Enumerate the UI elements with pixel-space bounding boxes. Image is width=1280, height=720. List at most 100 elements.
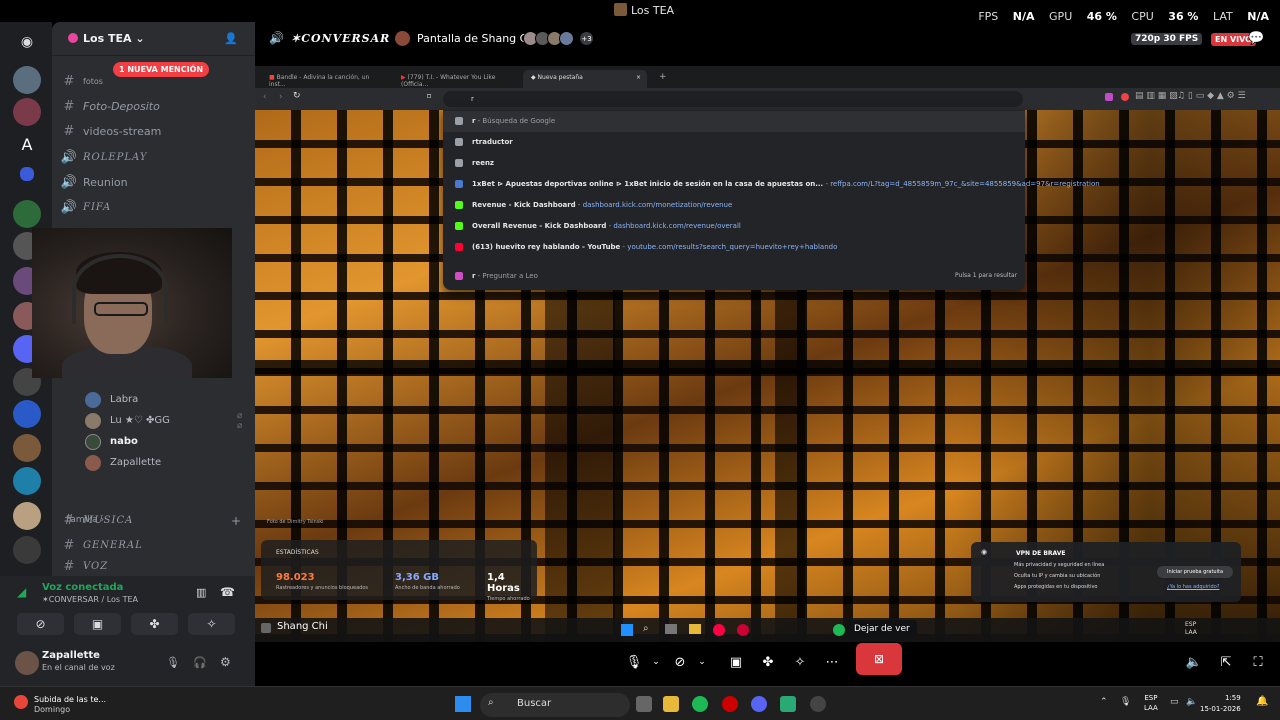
weather-widget[interactable]: Subida de las te... Domingo bbox=[34, 695, 106, 715]
server-icon[interactable] bbox=[13, 98, 41, 126]
server-icon[interactable] bbox=[13, 66, 41, 94]
voice-user[interactable]: Zapallette bbox=[85, 452, 161, 473]
browser-tab-active[interactable]: ◆ Nueva pestaña × bbox=[523, 70, 647, 88]
fullscreen-icon[interactable]: ⛶ bbox=[1243, 648, 1273, 676]
forward-icon[interactable]: › bbox=[279, 92, 283, 102]
channel-item[interactable]: # VOZ bbox=[60, 559, 246, 573]
omnibox-suggestion[interactable]: 1xBet ⊳ Apuestas deportivas online ⊳ 1xB… bbox=[443, 174, 1100, 195]
headphones-icon[interactable]: 🎧 bbox=[193, 656, 207, 669]
suggestion-icon bbox=[455, 243, 463, 251]
channel-item[interactable]: # videos-stream bbox=[60, 120, 246, 142]
voice-channel-item[interactable]: 🔊 ROLEPLAY bbox=[60, 146, 246, 168]
omnibox-suggestion[interactable]: rtraductor bbox=[443, 132, 1025, 153]
voice-channel-name[interactable]: ✶CONVERSAR bbox=[291, 32, 390, 45]
taskbar-search[interactable]: ⌕ Buscar bbox=[480, 693, 630, 717]
voice-channel-item[interactable]: 🔊 Reunion bbox=[60, 171, 246, 193]
brave-icon[interactable] bbox=[722, 696, 738, 712]
stream-view[interactable]: ■ Bandle - Adivina la canción, un inst..… bbox=[255, 66, 1280, 642]
omnibox-suggestion[interactable]: Overall Revenue - Kick Dashboard - dashb… bbox=[443, 216, 1025, 237]
photo-credit[interactable]: Foto de Dimitry Tsinski bbox=[267, 519, 324, 525]
avatar[interactable] bbox=[15, 651, 39, 675]
new-tab-button[interactable]: + bbox=[651, 70, 669, 88]
more-options-button[interactable]: ⋯ bbox=[817, 648, 847, 676]
server-header[interactable]: Los TEA ⌄ 👤 bbox=[52, 22, 255, 56]
voice-user[interactable]: Lu ★♡ ✤GG ⌀ ⌀ bbox=[85, 410, 242, 431]
channel-item[interactable]: # GENERAL bbox=[60, 534, 246, 556]
microphone-icon[interactable]: 🎙 bbox=[166, 656, 180, 669]
address-bar[interactable]: r bbox=[443, 91, 1023, 107]
gear-icon[interactable]: ⚙ bbox=[220, 655, 231, 669]
leave-stream-button[interactable]: ⊠ bbox=[856, 643, 902, 675]
volume-icon[interactable]: 🔈 bbox=[1186, 697, 1197, 707]
close-icon[interactable]: × bbox=[636, 74, 641, 81]
vpn-owned-link[interactable]: ¿Ya lo has adquirido? bbox=[1167, 584, 1219, 590]
volume-icon[interactable]: 🔈 bbox=[1179, 648, 1209, 676]
channel-item[interactable]: # MUSICA bbox=[60, 509, 246, 531]
disconnect-icon[interactable]: ☎ bbox=[220, 585, 235, 599]
voice-user[interactable]: Labra bbox=[85, 389, 138, 410]
app-icon[interactable] bbox=[780, 696, 796, 712]
weather-icon bbox=[14, 695, 28, 709]
tray-chevron-icon[interactable]: ⌃ bbox=[1100, 697, 1108, 707]
server-icon[interactable] bbox=[20, 167, 34, 181]
vpn-trial-button[interactable]: Iniciar prueba gratuita bbox=[1157, 566, 1233, 578]
stat-bandwidth: 3,36 GB Ancho de banda ahorrado bbox=[395, 572, 460, 591]
activities-button[interactable]: ✤ bbox=[131, 613, 178, 635]
bookmark-icon[interactable]: ⌑ bbox=[427, 92, 431, 101]
notification-icon[interactable]: 🔔 bbox=[1256, 696, 1268, 707]
microphone-icon[interactable]: 🎙 bbox=[1120, 697, 1131, 707]
screen-share-button[interactable]: ▣ bbox=[721, 648, 751, 676]
network-icon[interactable]: ▭ bbox=[1170, 697, 1179, 707]
discord-home-icon[interactable]: ◉ bbox=[13, 28, 41, 56]
toolbar-icons[interactable]: ♫ ▯ ▭ ◆ ▲ ⚙ ☰ bbox=[1177, 91, 1246, 101]
soundboard-button[interactable]: ✧ bbox=[785, 648, 815, 676]
server-icon[interactable] bbox=[13, 434, 41, 462]
omnibox-suggestion[interactable]: r - Preguntar a Leo bbox=[443, 266, 1025, 287]
chat-icon[interactable]: 💬 bbox=[1248, 31, 1264, 46]
camera-off-button[interactable]: ⊘ bbox=[17, 613, 64, 635]
soundboard-button[interactable]: ✧ bbox=[188, 613, 235, 635]
server-icon[interactable] bbox=[13, 200, 41, 228]
popout-icon[interactable]: ⇱ bbox=[1211, 648, 1241, 676]
extension-icon[interactable] bbox=[1121, 93, 1129, 101]
suggestion-url: dashboard.kick.com/revenue/overall bbox=[613, 222, 741, 230]
user-name[interactable]: Zapallette bbox=[42, 650, 100, 661]
language-indicator[interactable]: ESP LAA bbox=[1144, 693, 1158, 713]
omnibox-suggestion[interactable]: r - Búsqueda de Google bbox=[443, 111, 1025, 132]
voice-channel-item[interactable]: 🔊 FIFA bbox=[60, 196, 246, 218]
extension-icon[interactable] bbox=[1105, 93, 1113, 101]
spotify-icon[interactable] bbox=[692, 696, 708, 712]
reload-icon[interactable]: ↻ bbox=[293, 91, 301, 101]
more-viewers-count[interactable]: +3 bbox=[579, 31, 594, 46]
mention-badge[interactable]: 1 NUEVA MENCIÓN bbox=[113, 62, 210, 77]
omnibox-suggestion[interactable]: reenz bbox=[443, 153, 1025, 174]
server-icon[interactable] bbox=[13, 536, 41, 564]
app-icon[interactable] bbox=[810, 696, 826, 712]
folder-icon bbox=[689, 624, 701, 634]
server-icon[interactable] bbox=[13, 400, 41, 428]
voice-connected-status[interactable]: Voz conectada bbox=[42, 582, 123, 593]
server-icon[interactable]: A bbox=[13, 130, 41, 158]
add-member-icon[interactable]: 👤 bbox=[224, 32, 238, 45]
noise-suppression-icon[interactable]: ▥ bbox=[196, 586, 206, 599]
omnibox-suggestion[interactable]: Revenue - Kick Dashboard - dashboard.kic… bbox=[443, 195, 1025, 216]
server-icon[interactable] bbox=[13, 467, 41, 495]
screen-share-button[interactable]: ▣ bbox=[74, 613, 121, 635]
file-explorer-icon[interactable] bbox=[663, 696, 679, 712]
channel-item[interactable]: # Foto-Deposito bbox=[60, 95, 246, 117]
windows-start-icon[interactable] bbox=[455, 696, 471, 712]
voice-user[interactable]: nabo bbox=[85, 431, 138, 452]
browser-tab[interactable]: ▶ (779) T.I. - Whatever You Like (Offici… bbox=[393, 70, 521, 88]
voice-channel-path[interactable]: ✶CONVERSAR / Los TEA bbox=[42, 595, 138, 604]
browser-tab[interactable]: ■ Bandle - Adivina la canción, un inst..… bbox=[261, 70, 391, 88]
task-view-icon[interactable] bbox=[636, 696, 652, 712]
discord-icon[interactable] bbox=[751, 696, 767, 712]
back-icon[interactable]: ‹ bbox=[263, 92, 267, 102]
avatar[interactable] bbox=[559, 31, 574, 46]
chevron-down-icon[interactable]: ⌄ bbox=[687, 648, 717, 676]
system-clock[interactable]: 1:59 15-01-2026 bbox=[1200, 693, 1241, 715]
server-icon[interactable] bbox=[13, 502, 41, 530]
omnibox-suggestion[interactable]: (613) huevito rey hablando - YouTube - y… bbox=[443, 237, 1025, 258]
activities-button[interactable]: ✤ bbox=[753, 648, 783, 676]
extensions-icon[interactable]: ▤ ▥ ▦ ▧ bbox=[1135, 91, 1178, 101]
